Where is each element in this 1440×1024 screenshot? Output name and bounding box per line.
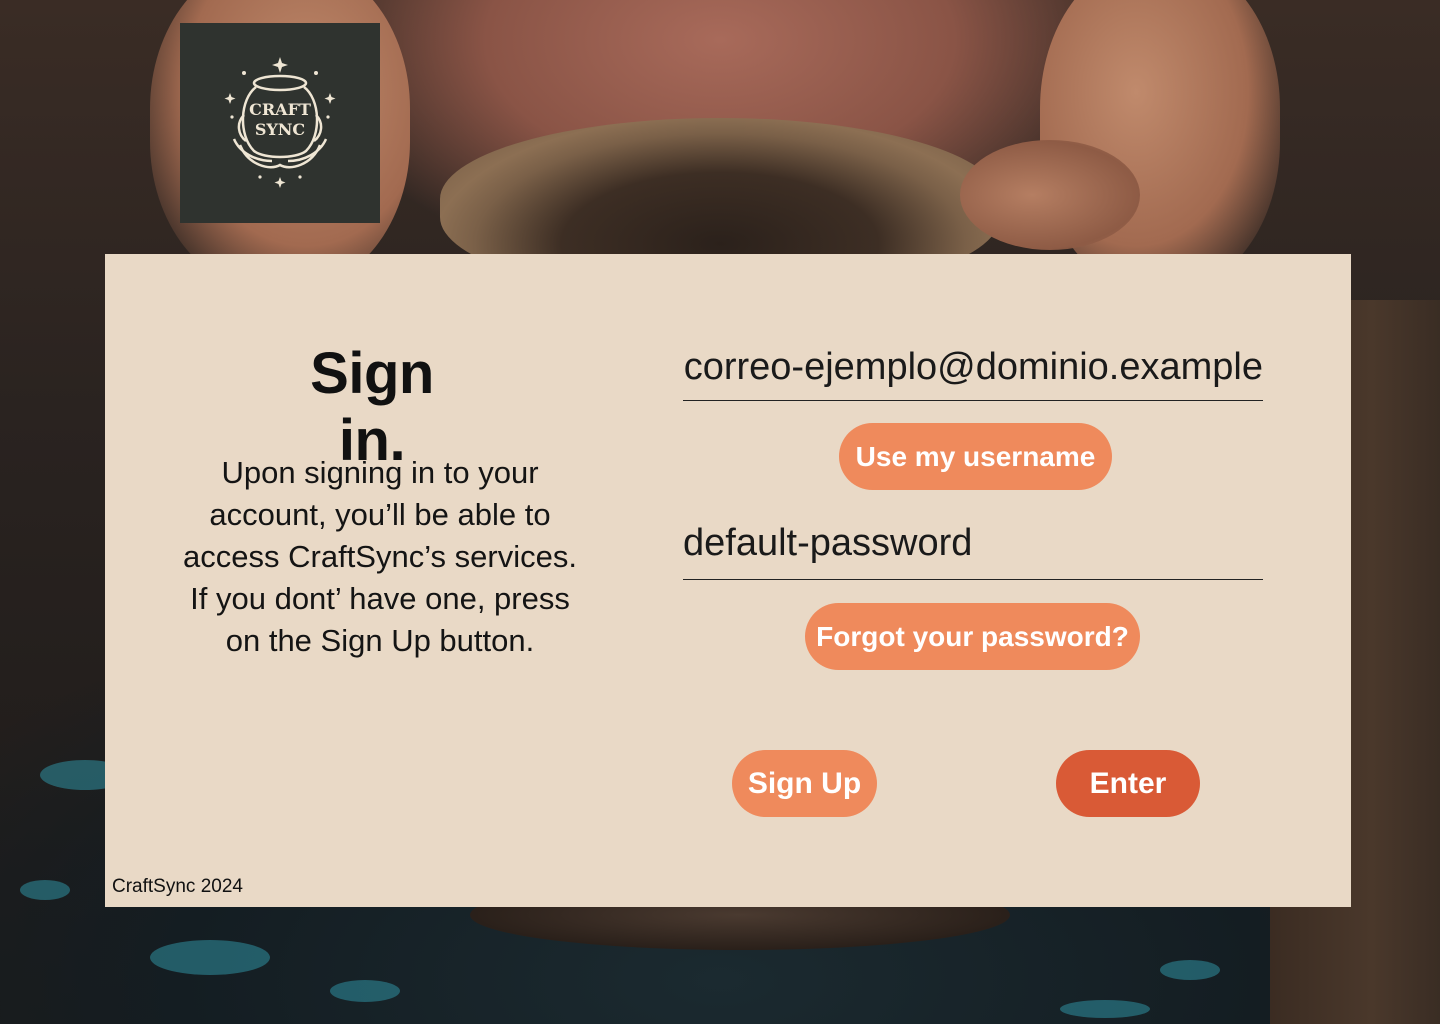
craftsync-logo-icon: CRAFT SYNC [224, 57, 336, 188]
password-field-container [683, 522, 1263, 580]
logo-text-craft: CRAFT [249, 100, 311, 119]
signin-card: Sign in. Upon signing in to your account… [105, 254, 1351, 907]
use-username-button[interactable]: Use my username [839, 423, 1112, 490]
enter-button[interactable]: Enter [1056, 750, 1200, 817]
password-field[interactable] [683, 522, 1263, 565]
signin-description: Upon signing in to your account, you’ll … [183, 455, 577, 658]
email-field[interactable] [683, 346, 1263, 389]
forgot-password-button[interactable]: Forgot your password? [805, 603, 1140, 670]
sign-up-button[interactable]: Sign Up [732, 750, 877, 817]
logo-text-sync: SYNC [255, 120, 305, 139]
craftsync-logo: CRAFT SYNC [180, 23, 380, 223]
footer-text: CraftSync 2024 [112, 876, 243, 897]
email-field-container [683, 346, 1263, 401]
